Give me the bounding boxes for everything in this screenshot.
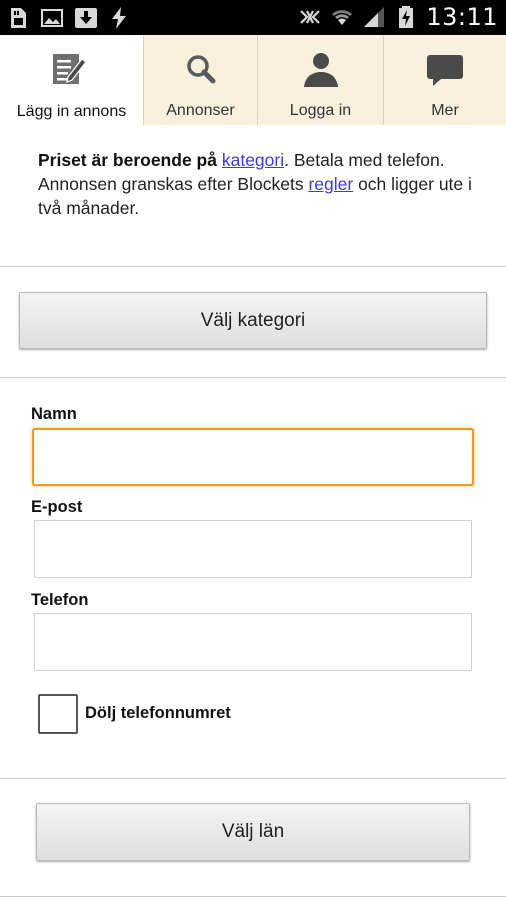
tab-label: Annonser: [166, 102, 235, 119]
tab-bar: Lägg in annons Annonser Logga in Mer: [0, 35, 506, 126]
name-label: Namn: [31, 405, 77, 423]
edit-document-icon: [53, 54, 87, 84]
tab-label: Mer: [431, 102, 459, 119]
clock: 13:11: [426, 3, 498, 31]
image-icon: [41, 9, 63, 27]
divider: [0, 377, 506, 378]
choose-category-button[interactable]: Välj kategori: [19, 292, 487, 349]
phone-label: Telefon: [31, 591, 89, 609]
divider: [0, 896, 506, 897]
tab-login[interactable]: Logga in: [257, 35, 383, 125]
download-icon: [75, 8, 97, 28]
category-link[interactable]: kategori: [222, 150, 284, 170]
hide-phone-checkbox[interactable]: [38, 694, 78, 734]
intro-bold: Priset är beroende på: [38, 150, 217, 170]
divider: [0, 778, 506, 779]
user-icon: [304, 53, 338, 87]
tab-ads[interactable]: Annonser: [143, 35, 257, 125]
wifi-icon: [332, 10, 353, 25]
phone-field[interactable]: [34, 613, 472, 671]
email-field[interactable]: [34, 520, 472, 578]
tab-label: Logga in: [289, 102, 352, 119]
signal-icon: [364, 7, 385, 27]
intro-text: Priset är beroende på kategori. Betala m…: [38, 148, 478, 220]
rules-link[interactable]: regler: [308, 174, 353, 194]
tab-label: Lägg in annons: [16, 103, 127, 120]
tab-post-ad[interactable]: Lägg in annons: [0, 35, 143, 126]
nfc-mute-icon: [300, 10, 321, 24]
divider: [0, 266, 506, 267]
sd-card-icon: [11, 8, 26, 28]
chat-bubble-icon: [427, 55, 463, 86]
tab-more[interactable]: Mer: [383, 35, 506, 125]
name-field[interactable]: [32, 428, 474, 486]
sync-icon: [112, 7, 126, 29]
battery-charging-icon: [399, 6, 414, 28]
status-bar: 13:11: [0, 0, 506, 35]
choose-county-button[interactable]: Välj län: [36, 803, 470, 861]
email-label: E-post: [31, 498, 83, 516]
hide-phone-label: Dölj telefonnumret: [85, 704, 231, 722]
search-icon: [187, 55, 216, 84]
